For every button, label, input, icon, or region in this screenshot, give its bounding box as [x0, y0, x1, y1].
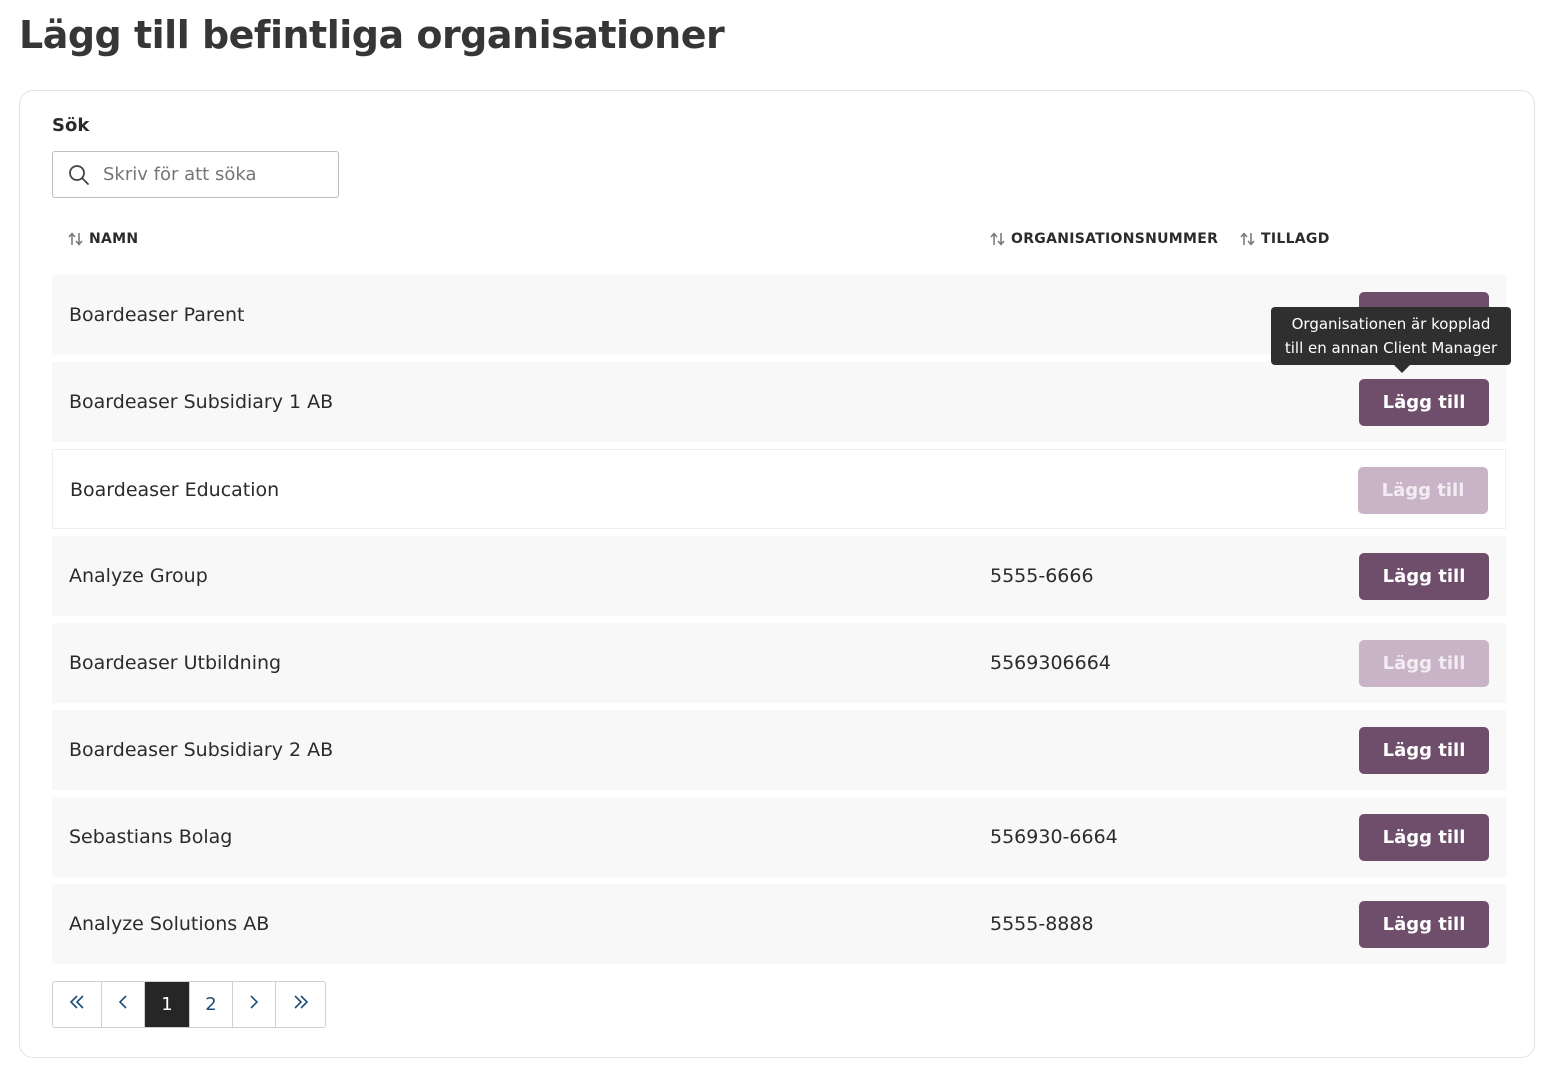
add-organisation-button[interactable]: Lägg till: [1359, 814, 1489, 861]
double-chevron-left-icon: [68, 994, 86, 1015]
organisation-name: Sebastians Bolag: [69, 826, 233, 848]
organisation-list: Boardeaser Parent Lägg till Boardeaser S…: [52, 275, 1506, 971]
page-title: Lägg till befintliga organisationer: [19, 13, 725, 57]
column-header-orgnr-label: ORGANISATIONSNUMMER: [1011, 231, 1219, 247]
table-row: Analyze Group 5555-6666 Lägg till: [52, 536, 1506, 616]
column-header-name[interactable]: NAMN: [68, 231, 138, 247]
page-button-2[interactable]: 2: [190, 982, 233, 1027]
organisation-name: Analyze Group: [69, 565, 208, 587]
last-page-button[interactable]: [276, 982, 325, 1027]
search-label: Sök: [52, 115, 90, 136]
chevron-left-icon: [117, 994, 129, 1015]
add-organisation-button[interactable]: Lägg till: [1359, 901, 1489, 948]
organisation-number: 5569306664: [990, 652, 1111, 674]
sort-icon: [68, 232, 83, 246]
previous-page-button[interactable]: [102, 982, 145, 1027]
tooltip: Organisationen är kopplad till en annan …: [1271, 307, 1511, 373]
chevron-right-icon: [248, 994, 260, 1015]
add-organisation-button[interactable]: Lägg till: [1359, 553, 1489, 600]
search-icon: [69, 165, 89, 185]
column-header-added-label: TILLAGD: [1261, 231, 1330, 247]
add-organisation-button-disabled[interactable]: Lägg till: [1359, 640, 1489, 687]
page-button-1[interactable]: 1: [145, 982, 190, 1027]
tooltip-line-1: Organisationen är kopplad: [1291, 315, 1491, 333]
column-header-orgnr[interactable]: ORGANISATIONSNUMMER: [990, 231, 1218, 247]
organisation-name: Boardeaser Education: [70, 479, 280, 501]
organisation-name: Analyze Solutions AB: [69, 913, 270, 935]
sort-icon: [1240, 232, 1255, 246]
organisation-number: 5555-6666: [990, 565, 1094, 587]
search-box[interactable]: [52, 151, 339, 198]
tooltip-line-2: till en annan Client Manager: [1284, 339, 1498, 357]
add-organisation-button[interactable]: Lägg till: [1359, 379, 1489, 426]
organisation-number: 556930-6664: [990, 826, 1118, 848]
search-input[interactable]: [103, 152, 333, 197]
organisation-number: 5555-8888: [990, 913, 1094, 935]
organisation-name: Boardeaser Utbildning: [69, 652, 282, 674]
organisations-card: Sök NAMN ORGANISATIONSNUMMER: [19, 90, 1535, 1058]
add-organisation-button[interactable]: Lägg till: [1359, 727, 1489, 774]
pagination: 1 2: [52, 981, 326, 1028]
double-chevron-right-icon: [292, 994, 310, 1015]
table-row: Boardeaser Subsidiary 2 AB Lägg till: [52, 710, 1506, 790]
table-row: Sebastians Bolag 556930-6664 Lägg till: [52, 797, 1506, 877]
table-header: NAMN ORGANISATIONSNUMMER TILLAGD: [52, 231, 1506, 253]
add-organisation-button-disabled[interactable]: Lägg till: [1358, 467, 1488, 514]
organisation-name: Boardeaser Subsidiary 2 AB: [69, 739, 334, 761]
organisation-name: Boardeaser Parent: [69, 304, 245, 326]
column-header-name-label: NAMN: [89, 231, 139, 247]
table-row: Boardeaser Education Lägg till: [52, 449, 1506, 529]
organisation-name: Boardeaser Subsidiary 1 AB: [69, 391, 334, 413]
table-row: Analyze Solutions AB 5555-8888 Lägg till: [52, 884, 1506, 964]
sort-icon: [990, 232, 1005, 246]
table-row: Boardeaser Subsidiary 1 AB Lägg till: [52, 362, 1506, 442]
column-header-added[interactable]: TILLAGD: [1240, 231, 1330, 247]
next-page-button[interactable]: [233, 982, 276, 1027]
first-page-button[interactable]: [53, 982, 102, 1027]
table-row: Boardeaser Utbildning 5569306664 Lägg ti…: [52, 623, 1506, 703]
